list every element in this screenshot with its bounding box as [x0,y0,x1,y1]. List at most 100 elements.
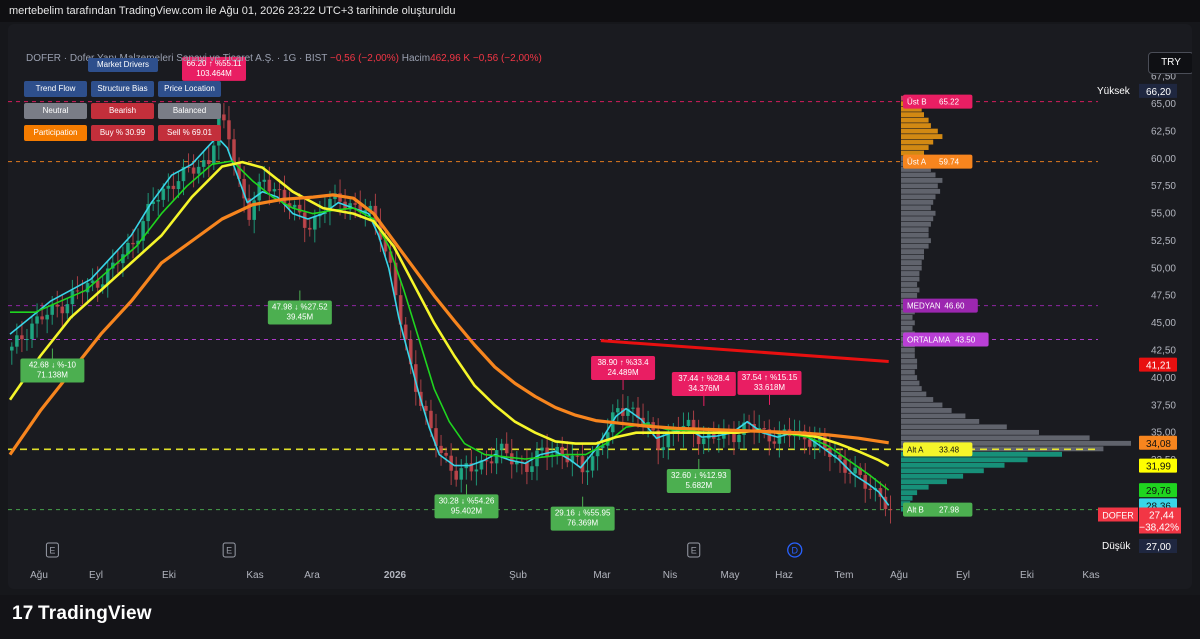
trend-flow-header: Trend Flow [24,81,87,97]
annotation-text: 95.402M [451,506,482,515]
candle-body [762,428,767,430]
annotation-text: 47.98 ↓ %27.52 [272,302,328,311]
volume-profile-bar [901,117,929,123]
candle-body [353,203,357,205]
y-tick-label: 42,50 [1151,346,1176,357]
footer [0,595,1200,639]
candle-body [297,204,302,213]
candle-body [45,314,49,320]
volume-profile-bar [901,238,931,244]
volume-profile-bar [901,468,984,474]
x-tick-label: Nis [663,570,677,581]
candle-body [444,452,448,456]
structure-bias-header: Structure Bias [91,81,154,97]
volume-label: Hacim [401,53,431,64]
level-name: Üst A [907,158,927,167]
volume-profile-bar [901,347,915,353]
y-tick-label: 45,00 [1151,318,1176,329]
level-name: Alt B [907,506,924,515]
x-tick-label: Şub [509,570,527,581]
candle-body [429,410,433,429]
x-tick-label: Haz [775,570,793,581]
candle-body [868,488,873,490]
annotation-text: 5.682M [685,481,712,490]
volume-profile-bar [901,293,918,298]
price-tag-text: 34,08 [1146,439,1171,450]
x-tick-label: Eyl [89,570,103,581]
volume-profile-bar [901,386,922,392]
candle-body [40,316,44,320]
high-value: 66,20 [1146,87,1171,98]
candle-body [222,114,226,121]
candle-body [302,212,307,228]
candle-body [131,242,135,245]
candle-body [717,438,721,440]
candle-body [232,139,236,164]
volume-profile-bar [901,358,918,364]
price-tag-text: 41,21 [1146,361,1171,372]
volume-profile-bar [901,260,922,266]
candle-body [55,304,60,307]
volume-profile-bar [901,364,918,370]
price-axis: 67,5065,0062,5060,0057,5055,0052,5050,00… [1097,72,1181,553]
volume-change: −0,56 (−2,00%) [472,53,542,64]
volume-profile-bar [901,188,941,194]
tradingview-brand: TradingView [38,603,152,624]
volume-profile-bar [901,221,931,227]
y-tick-label: 37,50 [1151,400,1176,411]
volume-profile-bar [901,418,980,424]
candle-body [504,443,509,454]
candle-body [262,179,267,182]
level-value: 27.98 [939,506,960,515]
candle-body [60,306,65,314]
volume-profile-bar [901,369,915,375]
buy-percent: Buy % 30.99 [91,125,154,141]
x-tick-label: Mar [593,570,611,581]
x-tick-label: Ağu [890,570,908,581]
last-price-value: 27,44 [1149,511,1174,522]
high-name: Yüksek [1097,86,1131,97]
candle-body [277,189,282,191]
price-location-header: Price Location [158,81,221,97]
candle-body [732,433,736,443]
y-tick-label: 40,00 [1151,373,1176,384]
annotation-text: 37.44 ↑ %28.4 [678,374,730,383]
candle-body [575,455,580,457]
y-tick-label: 52,50 [1151,236,1176,247]
volume-profile-bar [901,402,943,408]
volume-profile-bar [901,408,952,413]
volume-profile-bar [901,375,918,381]
level-value: 43.50 [955,336,976,345]
volume-profile-bar [901,210,936,216]
level-value: 46.60 [944,302,965,311]
chart-panel[interactable]: Üst B 65.22 Üst A 59.74 MEDYAN 46.60 ORTALAMA 4… [8,24,1192,589]
candle-body [282,189,287,204]
candle-body [166,185,171,189]
candle-body [313,216,317,230]
volume-profile-bar [901,134,943,140]
y-tick-label: 60,00 [1151,154,1176,165]
currency-button[interactable]: TRY [1148,52,1192,74]
candle-body [686,419,691,426]
candle-body [540,447,544,451]
volume-profile-bar [901,424,1007,430]
candle-body [509,453,514,465]
header-text: mertebelim tarafından TradingView.com il… [9,5,456,17]
annotation-text: 71.138M [37,371,68,380]
candle-body [666,433,671,448]
candle-body [459,468,464,480]
y-tick-label: 50,00 [1151,263,1176,274]
volume-profile-bar [901,123,931,129]
volume-profile-bar [901,145,929,150]
x-tick-label: Kas [1082,570,1099,581]
candle-body [191,167,196,174]
candle-body [853,467,857,474]
volume-profile-bar [901,495,913,501]
last-price-change: −38,42% [1139,523,1179,534]
candle-body [489,461,494,464]
tradingview-logo[interactable]: 17 TradingView [12,603,152,625]
annotation-text: 38.90 ↑ %33.4 [597,358,649,367]
volume-profile-bar [901,435,1090,441]
candle-body [307,227,312,230]
volume-profile-bar [901,232,929,238]
